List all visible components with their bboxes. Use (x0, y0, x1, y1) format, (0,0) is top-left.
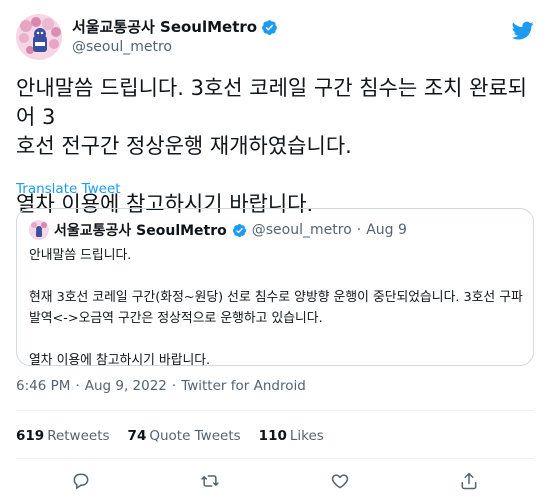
translate-tweet-link[interactable]: Translate Tweet (16, 181, 121, 197)
twitter-logo-icon[interactable] (511, 19, 534, 41)
tweet-date[interactable]: Aug 9, 2022 (85, 378, 167, 394)
likes-stat[interactable]: 110 Likes (259, 428, 324, 444)
name-row: 서울교통공사 SeoulMetro (72, 17, 278, 37)
verified-badge-icon (261, 19, 278, 36)
avatar[interactable] (16, 14, 62, 60)
likes-label: Likes (289, 428, 324, 444)
meta-separator: · (171, 378, 177, 394)
author-handle[interactable]: @seoul_metro (72, 37, 278, 57)
share-icon (459, 471, 479, 495)
action-bar (16, 468, 534, 498)
reply-button[interactable] (64, 468, 98, 498)
tweet-text: 안내말씀 드립니다. 3호선 코레일 구간 침수는 조치 완료되어 3 호선 전… (16, 76, 528, 216)
tweet-time[interactable]: 6:46 PM (16, 378, 70, 394)
quoted-avatar (29, 220, 49, 240)
retweet-icon (200, 471, 220, 495)
divider (16, 410, 534, 411)
share-button[interactable] (452, 468, 486, 498)
quoted-tweet-text: 안내말씀 드립니다. 현재 3호선 코레일 구간(화정~원당) 선로 침수로 양… (29, 248, 523, 368)
quote-tweets-count: 74 (127, 428, 147, 444)
quoted-date: Aug 9 (366, 222, 407, 238)
quoted-tweet-header: 서울교통공사 SeoulMetro @seoul_metro · Aug 9 (29, 220, 407, 240)
reply-icon (71, 471, 91, 495)
tweet: 서울교통공사 SeoulMetro @seoul_metro 안내말씀 드립니다… (0, 0, 550, 504)
like-button[interactable] (323, 468, 357, 498)
quoted-handle: @seoul_metro (251, 222, 352, 238)
author-display-name[interactable]: 서울교통공사 SeoulMetro (72, 17, 257, 37)
verified-badge-icon (232, 223, 247, 238)
quoted-separator: · (356, 222, 362, 238)
engagement-stats: 619 Retweets 74 Quote Tweets 110 Likes (16, 428, 324, 444)
retweets-count: 619 (16, 428, 45, 444)
quote-tweets-stat[interactable]: 74 Quote Tweets (128, 428, 241, 444)
tweet-source[interactable]: Twitter for Android (181, 378, 306, 394)
meta-separator: · (75, 378, 80, 394)
tweet-meta: 6:46 PM · Aug 9, 2022 · Twitter for Andr… (16, 378, 306, 394)
quote-tweets-label: Quote Tweets (149, 428, 241, 444)
retweets-stat[interactable]: 619 Retweets (16, 428, 110, 444)
author-info: 서울교통공사 SeoulMetro @seoul_metro (72, 17, 278, 57)
likes-count: 110 (258, 428, 287, 444)
retweets-label: Retweets (47, 428, 110, 444)
retweet-button[interactable] (193, 468, 227, 498)
divider (16, 458, 534, 459)
quoted-display-name: 서울교통공사 SeoulMetro (54, 223, 227, 239)
quoted-tweet[interactable]: 서울교통공사 SeoulMetro @seoul_metro · Aug 9 안… (16, 208, 534, 368)
like-icon (330, 471, 350, 495)
tweet-header: 서울교통공사 SeoulMetro @seoul_metro (16, 13, 534, 61)
